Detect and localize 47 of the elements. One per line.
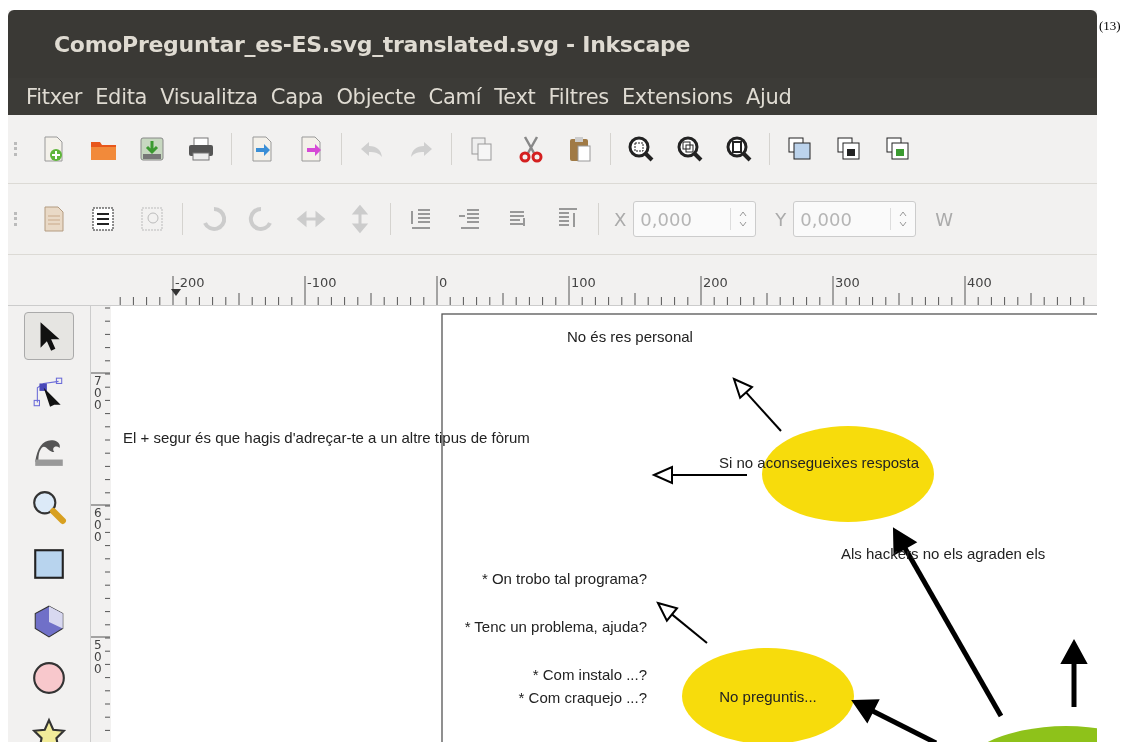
menu-item[interactable]: Visualitza — [160, 84, 258, 109]
toolbar-grip[interactable] — [14, 142, 20, 156]
diagram-label: * Tenc un problema, ajuda? — [464, 618, 647, 635]
diagram-label: No és res personal — [567, 328, 693, 345]
menu-item[interactable]: Filtres — [548, 84, 609, 109]
menu-item[interactable]: Fitxer — [26, 84, 83, 109]
ruler-label: 700 — [94, 374, 102, 412]
zoom-selection-icon[interactable] — [626, 134, 656, 164]
toolbar-grip[interactable] — [14, 212, 20, 226]
diagram-label: * On trobo tal programa? — [481, 570, 647, 587]
diagram-label: El + segur és que hagis d'adreçar-te a un altre tipus de fòrum — [123, 429, 530, 446]
arrow — [656, 601, 708, 644]
menu-item[interactable]: Capa — [270, 84, 324, 109]
ruler-label: 600 — [94, 506, 102, 544]
ruler-label: 400 — [967, 275, 992, 290]
rectangle-icon — [31, 546, 67, 582]
ruler-label: -100 — [307, 275, 337, 290]
menu-item[interactable]: Objecte — [336, 84, 416, 109]
ruler-marker-icon — [171, 289, 181, 296]
menu-item[interactable]: Camí — [428, 84, 482, 109]
zoom-page-icon[interactable] — [724, 134, 754, 164]
ruler-label: 200 — [703, 275, 728, 290]
ruler-label: -200 — [175, 275, 205, 290]
ruler-label: 300 — [835, 275, 860, 290]
arrow — [732, 377, 782, 432]
field-label: X — [614, 208, 627, 230]
ruler-label: 500 — [94, 638, 102, 676]
printer-icon[interactable] — [186, 134, 216, 164]
figure-number: (13) — [1099, 18, 1121, 34]
field-label: Y — [775, 208, 787, 230]
menu-item[interactable]: Edita — [95, 84, 148, 109]
field-label: W — [935, 208, 954, 230]
zoom-drawing-icon[interactable] — [675, 134, 705, 164]
circle-icon — [31, 660, 67, 696]
arrow — [1060, 638, 1088, 707]
ruler-label: 0 — [439, 275, 448, 290]
diagram-label: * Com instalo ...? — [532, 666, 647, 683]
menu-item[interactable]: Extensions — [621, 84, 733, 109]
window-title: ComoPreguntar_es-ES.svg_translated.svg - Inkscape — [54, 31, 690, 57]
diagram-label: No preguntis... — [719, 688, 817, 705]
menu-item[interactable]: Ajud — [745, 84, 792, 109]
tool-button[interactable] — [24, 312, 74, 360]
menu-item[interactable]: Text — [494, 84, 536, 109]
zoom-icon — [31, 489, 67, 525]
save-icon[interactable] — [137, 134, 167, 164]
ruler-label: 100 — [571, 275, 596, 290]
diagram-label: * Com craquejo ...? — [518, 689, 647, 706]
